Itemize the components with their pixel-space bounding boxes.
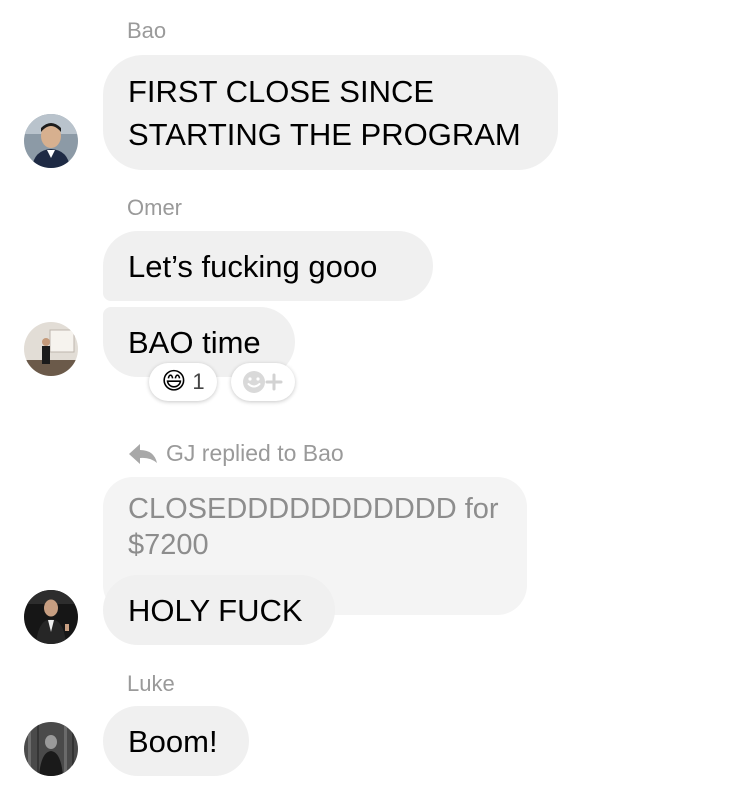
avatar-gj[interactable] [24, 590, 78, 644]
message-bubble[interactable]: FIRST CLOSE SINCE STARTING THE PROGRAM [103, 55, 558, 170]
message-text: Let’s fucking gooo [128, 248, 378, 284]
sender-name-omer: Omer [127, 195, 182, 220]
reply-indicator: GJ replied to Bao [128, 440, 344, 467]
add-reaction-button[interactable] [231, 363, 295, 401]
message-text: Boom! [128, 723, 218, 759]
reply-arrow-icon [129, 443, 157, 464]
quoted-message-text: CLOSEDDDDDDDDDDD for $7200 [128, 493, 499, 561]
reaction-count: 1 [192, 369, 205, 394]
message-bubble[interactable]: Let’s fucking gooo [103, 231, 433, 301]
sender-name-luke: Luke [127, 671, 175, 696]
message-text: FIRST CLOSE SINCE STARTING THE PROGRAM [128, 73, 521, 152]
laughing-emoji-icon: 😄 [161, 368, 187, 395]
message-bubble[interactable]: HOLY FUCK [103, 575, 335, 645]
reaction-pill[interactable]: 😄 1 [149, 363, 217, 401]
message-text: BAO time [128, 324, 261, 360]
avatar-bao[interactable] [24, 114, 78, 168]
reply-label: GJ replied to Bao [166, 440, 344, 466]
message-text: HOLY FUCK [128, 592, 303, 628]
avatar-luke[interactable] [24, 722, 78, 776]
avatar-omer[interactable] [24, 322, 78, 376]
message-bubble[interactable]: Boom! [103, 706, 249, 776]
add-reaction-icon [243, 371, 283, 393]
sender-name-bao: Bao [127, 18, 167, 43]
